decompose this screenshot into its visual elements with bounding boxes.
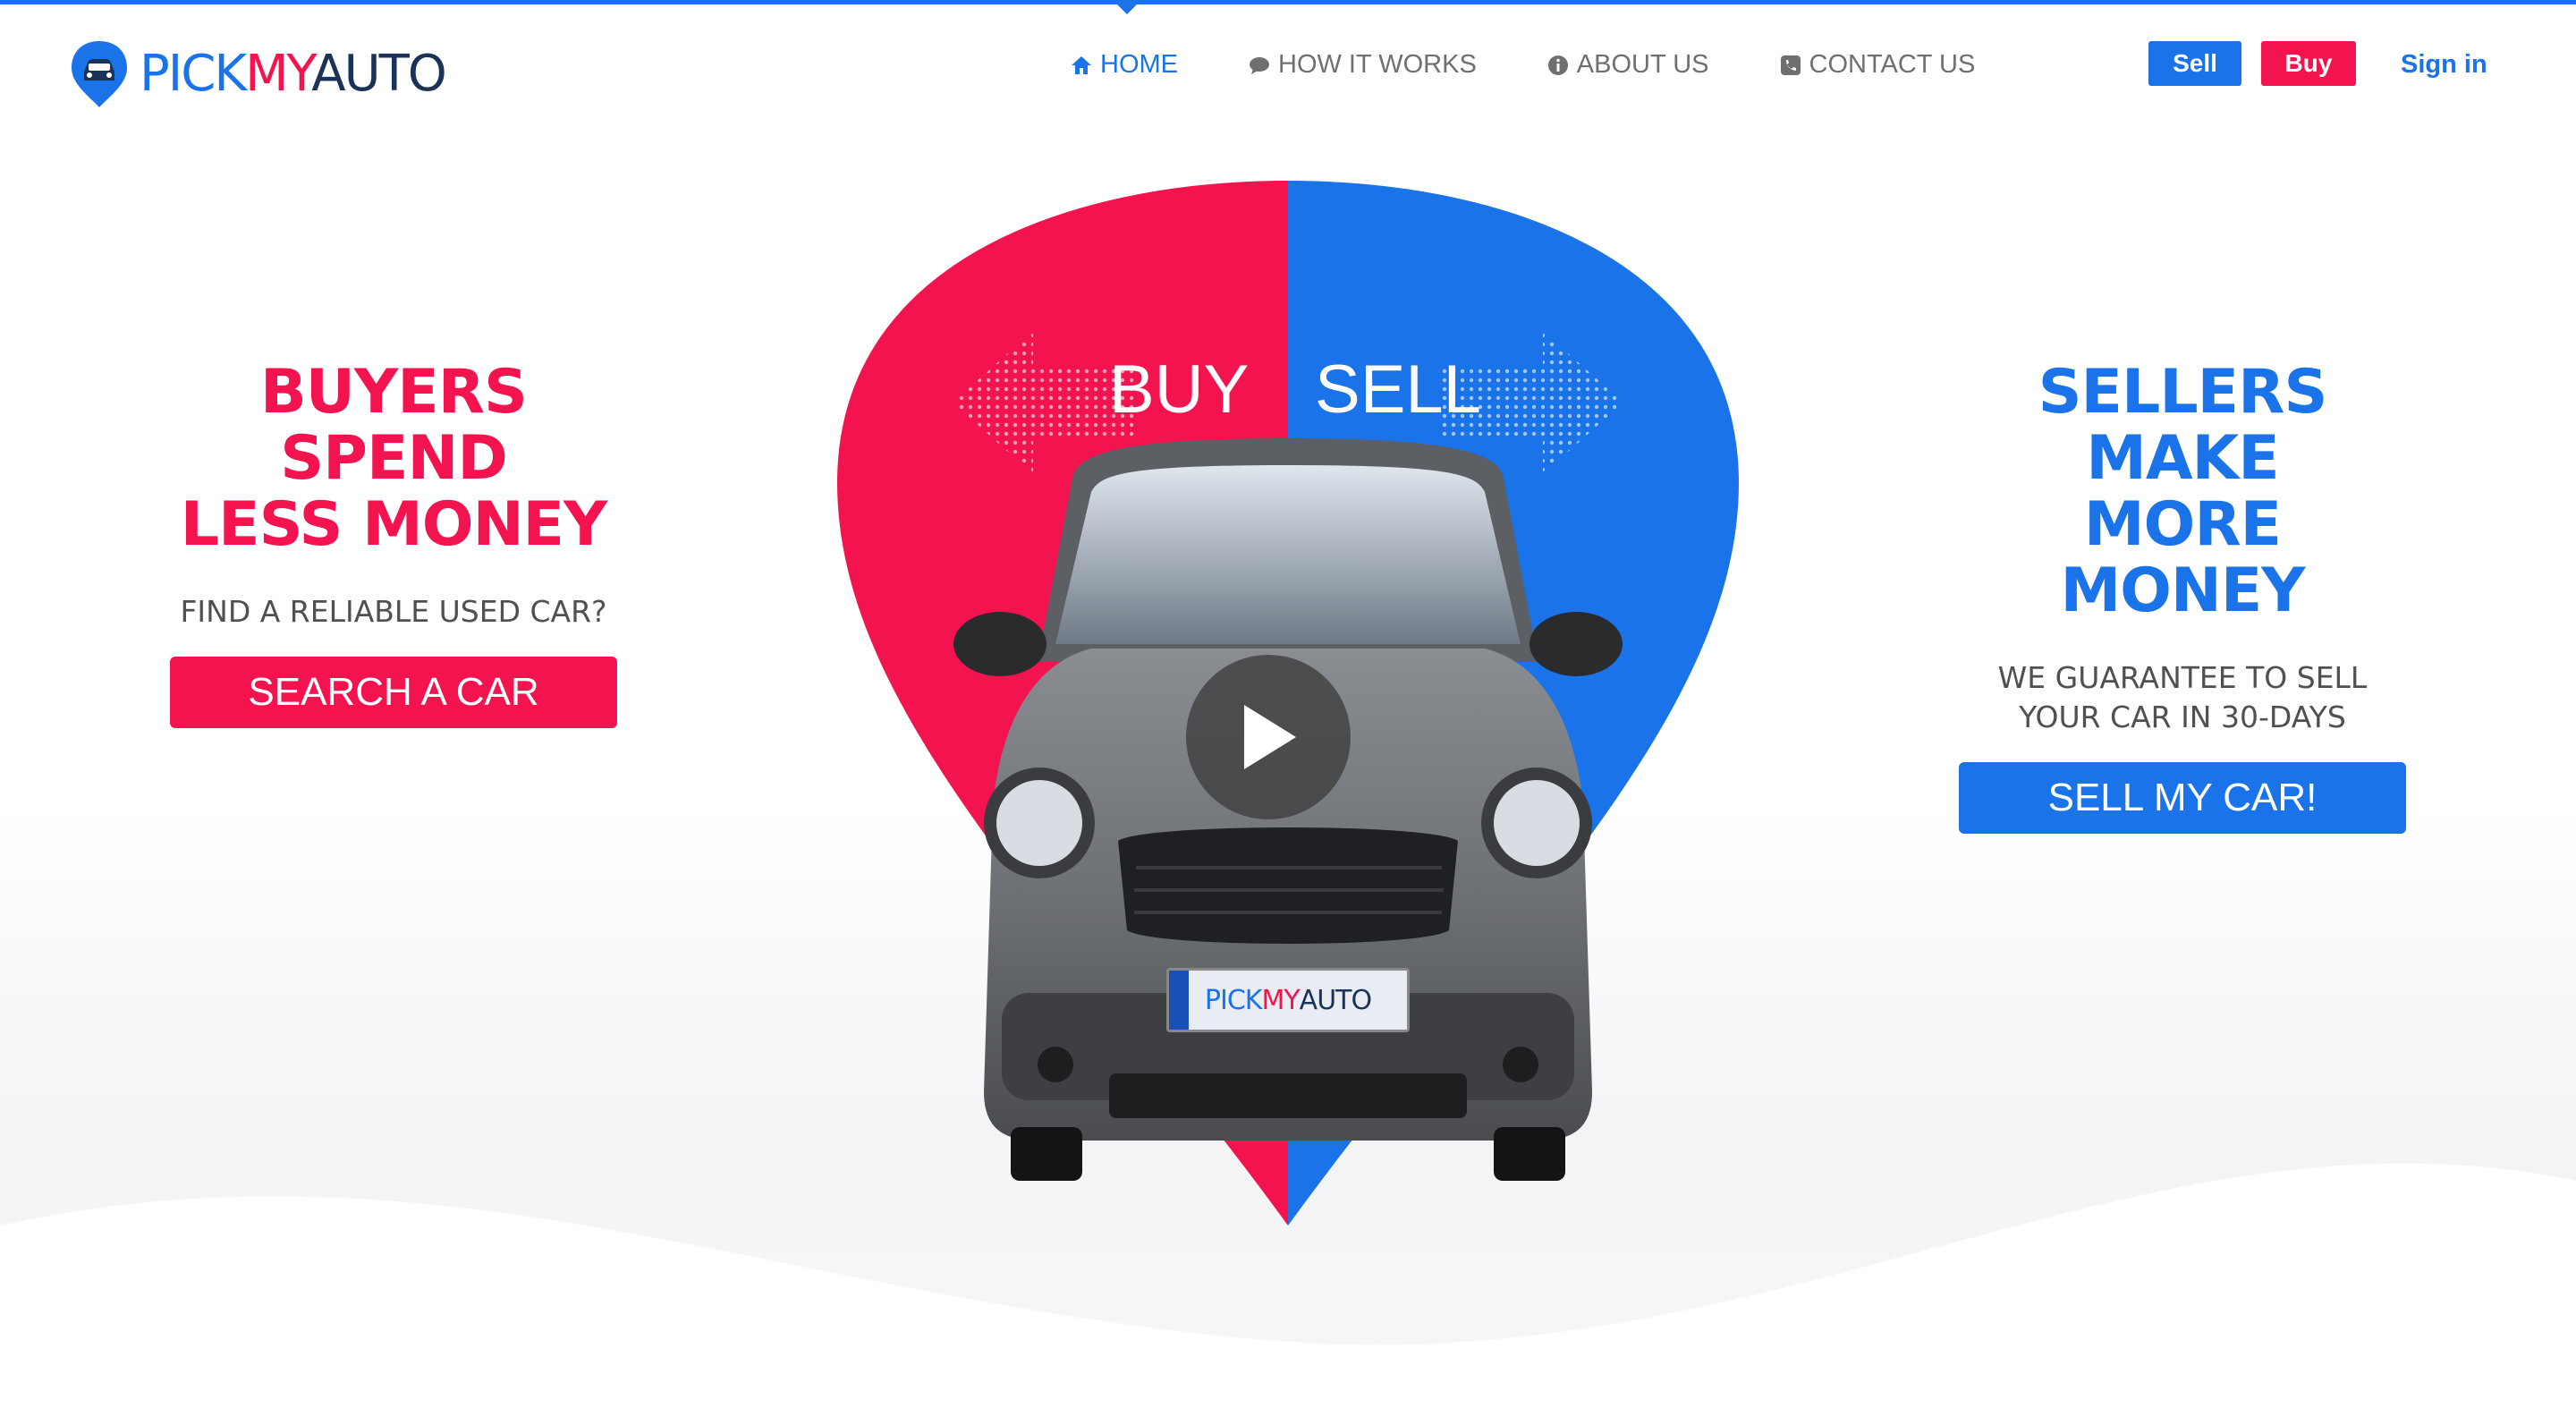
buyer-headline: BUYERS SPEND LESS MONEY bbox=[180, 357, 607, 560]
logo[interactable]: PICKMYAUTO bbox=[70, 39, 447, 109]
nav-home[interactable]: HOME bbox=[1070, 50, 1178, 80]
buyer-promo: BUYERS SPEND LESS MONEY FIND A RELIABLE U… bbox=[170, 360, 617, 728]
phone-icon bbox=[1780, 55, 1801, 75]
logo-pin-icon bbox=[72, 41, 127, 107]
seller-subline: WE GUARANTEE TO SELL YOUR CAR IN 30-DAYS bbox=[1997, 660, 2368, 734]
sell-label: SELL bbox=[1315, 352, 1481, 428]
home-icon bbox=[1072, 55, 1091, 74]
nav-how-it-works-label: HOW IT WORKS bbox=[1278, 50, 1477, 79]
active-nav-indicator bbox=[1116, 4, 1138, 14]
play-video-button[interactable] bbox=[1186, 655, 1351, 819]
chat-icon bbox=[1250, 56, 1269, 74]
nav-about-us-label: ABOUT US bbox=[1576, 50, 1709, 79]
header-buy-button[interactable]: Buy bbox=[2261, 41, 2356, 86]
nav-contact-us-label: CONTACT US bbox=[1809, 50, 1976, 79]
main-nav: HOME HOW IT WORKS ABOUT US CONTACT US bbox=[1070, 50, 1975, 80]
info-icon bbox=[1547, 55, 1568, 75]
play-icon bbox=[1244, 705, 1296, 769]
nav-how-it-works[interactable]: HOW IT WORKS bbox=[1248, 50, 1477, 80]
sign-in-link[interactable]: Sign in bbox=[2401, 50, 2487, 80]
plate-strip bbox=[1169, 971, 1189, 1030]
seller-promo: SELLERS MAKE MORE MONEY WE GUARANTEE TO S… bbox=[1959, 360, 2406, 834]
nav-home-label: HOME bbox=[1100, 50, 1178, 79]
logo-wordmark: PICKMYAUTO bbox=[140, 45, 447, 103]
header-sell-button[interactable]: Sell bbox=[2148, 41, 2241, 86]
buy-label: BUY bbox=[1109, 352, 1250, 428]
nav-contact-us[interactable]: CONTACT US bbox=[1779, 50, 1976, 80]
nav-about-us[interactable]: ABOUT US bbox=[1546, 50, 1709, 80]
sell-my-car-button[interactable]: SELL MY CAR! bbox=[1959, 762, 2406, 834]
seller-headline: SELLERS MAKE MORE MONEY bbox=[2038, 357, 2328, 626]
top-accent-line bbox=[0, 0, 2576, 4]
buyer-subline: FIND A RELIABLE USED CAR? bbox=[180, 594, 607, 629]
license-plate-logo: PICK MY AUTO bbox=[1166, 968, 1410, 1032]
search-car-button[interactable]: SEARCH A CAR bbox=[170, 657, 617, 728]
